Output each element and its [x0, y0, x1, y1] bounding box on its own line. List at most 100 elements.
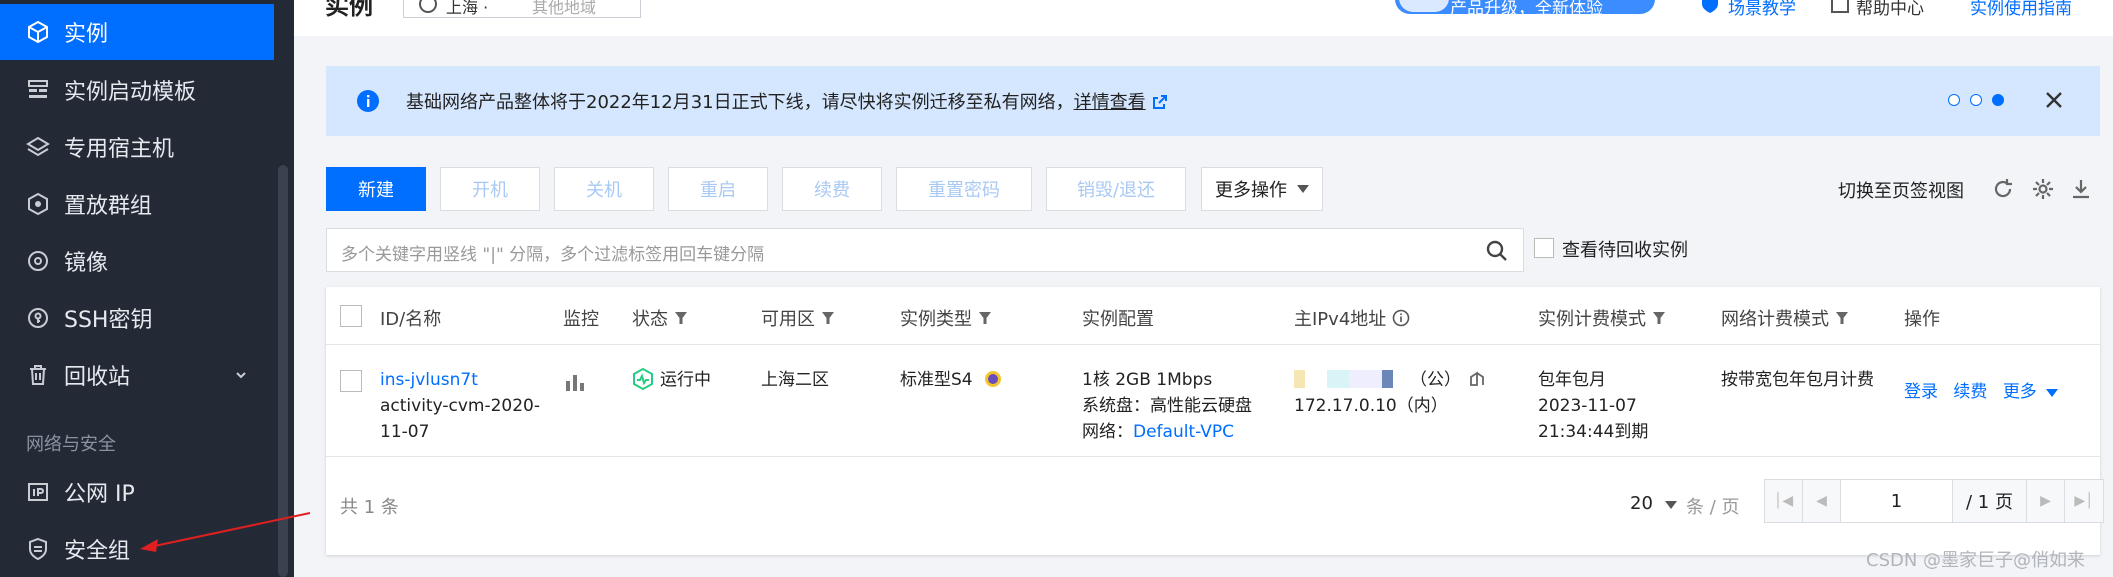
- search-icon[interactable]: [1485, 239, 1509, 263]
- sidebar-item-images[interactable]: 镜像: [0, 233, 274, 289]
- col-net-billing-label: 网络计费模式: [1721, 309, 1829, 330]
- sidebar-section-title: 网络与安全: [26, 434, 116, 455]
- copy-icon[interactable]: [1467, 369, 1487, 389]
- col-status[interactable]: 状态: [632, 305, 688, 331]
- public-ip: （公）: [1294, 367, 1487, 393]
- page-total: / 1 页: [1953, 480, 2027, 522]
- promo-button[interactable]: 产品升级，全新体验: [1395, 0, 1655, 19]
- sidebar-item-instances[interactable]: 实例: [0, 4, 274, 60]
- filter-icon[interactable]: [1835, 311, 1849, 325]
- type-cell: 标准型S4: [900, 367, 1004, 393]
- login-link[interactable]: 登录: [1904, 382, 1938, 402]
- external-link-icon[interactable]: [1152, 94, 1168, 110]
- carousel-dot-active[interactable]: [1992, 94, 2004, 106]
- col-net-billing[interactable]: 网络计费模式: [1721, 305, 1849, 331]
- switch-tab-view-link[interactable]: 切换至页签视图: [1838, 177, 1964, 203]
- carousel-dot[interactable]: [1970, 94, 1982, 106]
- vpc-link[interactable]: Default-VPC: [1133, 422, 1234, 442]
- promo-graphic: [1399, 0, 1449, 12]
- col-type[interactable]: 实例类型: [900, 305, 992, 331]
- restart-button[interactable]: 重启: [668, 167, 768, 211]
- watermark: CSDN @墨家巨子@俏如来: [1866, 550, 2086, 571]
- shield-icon: [1702, 0, 1718, 13]
- sidebar-item-recycle-bin[interactable]: 回收站: [0, 347, 274, 403]
- row-checkbox[interactable]: [340, 370, 362, 392]
- table-row: ins-jvlusn7t activity-cvm-2020-11-07 运行中…: [326, 345, 2100, 457]
- pager: │◀ ◀ 1 / 1 页 ▶ ▶│: [1764, 479, 2104, 523]
- status-cell: 运行中: [632, 367, 711, 393]
- shield-icon: [26, 537, 50, 561]
- page-size-value: 20: [1630, 493, 1653, 514]
- new-instance-button[interactable]: 新建: [326, 167, 426, 211]
- next-page-button[interactable]: ▶: [2027, 480, 2065, 522]
- last-page-button[interactable]: ▶│: [2065, 480, 2103, 522]
- search-placeholder: 多个关键字用竖线 "|" 分隔，多个过滤标签用回车键分隔: [341, 245, 765, 265]
- instance-name: activity-cvm-2020-11-07: [380, 396, 540, 442]
- caret-down-icon: [1297, 185, 1309, 193]
- instance-table: ID/名称 监控 状态 可用区 实例类型 实例配置 主IPv4地址 实例计费模式…: [326, 287, 2104, 555]
- download-icon[interactable]: [2070, 178, 2092, 200]
- sidebar-scrollbar[interactable]: [278, 165, 288, 577]
- gear-icon[interactable]: [2032, 178, 2054, 200]
- more-actions-button[interactable]: 更多操作: [1201, 167, 1323, 211]
- filter-icon[interactable]: [1652, 311, 1666, 325]
- public-ip-redacted: [1294, 370, 1404, 388]
- start-button[interactable]: 开机: [440, 167, 540, 211]
- destroy-return-button[interactable]: 销毁/退还: [1046, 167, 1186, 211]
- col-id-name: ID/名称: [380, 309, 442, 330]
- prev-page-button[interactable]: ◀: [1803, 480, 1841, 522]
- help-center-link[interactable]: 帮助中心: [1856, 0, 1924, 19]
- badge-icon: [985, 371, 1002, 387]
- col-status-label: 状态: [632, 309, 668, 330]
- ip-icon: [26, 480, 50, 504]
- filter-icon[interactable]: [674, 311, 688, 325]
- page-input[interactable]: 1: [1841, 480, 1953, 522]
- more-link[interactable]: 更多: [2003, 382, 2037, 402]
- sidebar-item-security-group[interactable]: 安全组: [0, 521, 274, 577]
- notice-details-link[interactable]: 详情查看: [1074, 92, 1146, 113]
- show-recycle-checkbox[interactable]: [1534, 238, 1554, 258]
- close-icon[interactable]: [2044, 90, 2064, 110]
- stop-button[interactable]: 关机: [554, 167, 654, 211]
- more-actions-label: 更多操作: [1215, 180, 1287, 201]
- region-select[interactable]: 上海 · 其他地域: [403, 0, 641, 18]
- refresh-icon[interactable]: [1992, 178, 2014, 200]
- trash-icon: [26, 363, 50, 387]
- sidebar-item-ssh-keys[interactable]: SSH密钥: [0, 290, 274, 346]
- status-text: 运行中: [660, 370, 711, 390]
- help-icon: [1831, 0, 1849, 13]
- show-recycle-label: 查看待回收实例: [1562, 240, 1688, 261]
- sidebar-item-dedicated-host[interactable]: 专用宿主机: [0, 119, 274, 175]
- instance-guide-link[interactable]: 实例使用指南: [1970, 0, 2072, 19]
- total-count: 共 1 条: [340, 497, 399, 518]
- instance-id-link[interactable]: ins-jvlusn7t: [380, 367, 540, 393]
- sidebar: 实例 实例启动模板 专用宿主机 置放群组 镜像 SSH密钥 回收站 网络与安全 …: [0, 0, 294, 577]
- scene-tutorial-link[interactable]: 场景教学: [1728, 0, 1796, 19]
- billing-expire-time: 21:34:44到期: [1538, 422, 1649, 442]
- sidebar-item-launch-template[interactable]: 实例启动模板: [0, 62, 274, 118]
- filter-icon[interactable]: [978, 311, 992, 325]
- sidebar-item-label: 实例: [64, 22, 109, 47]
- sidebar-item-public-ip[interactable]: 公网 IP: [0, 464, 274, 520]
- reset-password-button[interactable]: 重置密码: [896, 167, 1032, 211]
- col-actions: 操作: [1904, 309, 1940, 330]
- renew-link[interactable]: 续费: [1953, 382, 1987, 402]
- first-page-button[interactable]: │◀: [1765, 480, 1803, 522]
- caret-down-icon[interactable]: [2046, 389, 2059, 397]
- actions-cell: 登录 续费 更多: [1904, 379, 2059, 405]
- caret-down-icon: [1664, 501, 1677, 509]
- info-icon[interactable]: [1392, 309, 1410, 327]
- select-all-checkbox[interactable]: [340, 305, 362, 327]
- col-ipv4-label: 主IPv4地址: [1294, 309, 1387, 330]
- bar-chart-icon[interactable]: [564, 371, 586, 393]
- chevron-down-icon[interactable]: [234, 368, 248, 382]
- page-size-select[interactable]: 20: [1630, 493, 1677, 514]
- filter-icon[interactable]: [821, 311, 835, 325]
- key-icon: [26, 306, 50, 330]
- col-zone[interactable]: 可用区: [761, 305, 835, 331]
- carousel-dot[interactable]: [1948, 94, 1960, 106]
- renew-button[interactable]: 续费: [782, 167, 882, 211]
- col-billing[interactable]: 实例计费模式: [1538, 305, 1666, 331]
- search-input[interactable]: 多个关键字用竖线 "|" 分隔，多个过滤标签用回车键分隔: [326, 228, 1524, 272]
- sidebar-item-placement-group[interactable]: 置放群组: [0, 176, 274, 232]
